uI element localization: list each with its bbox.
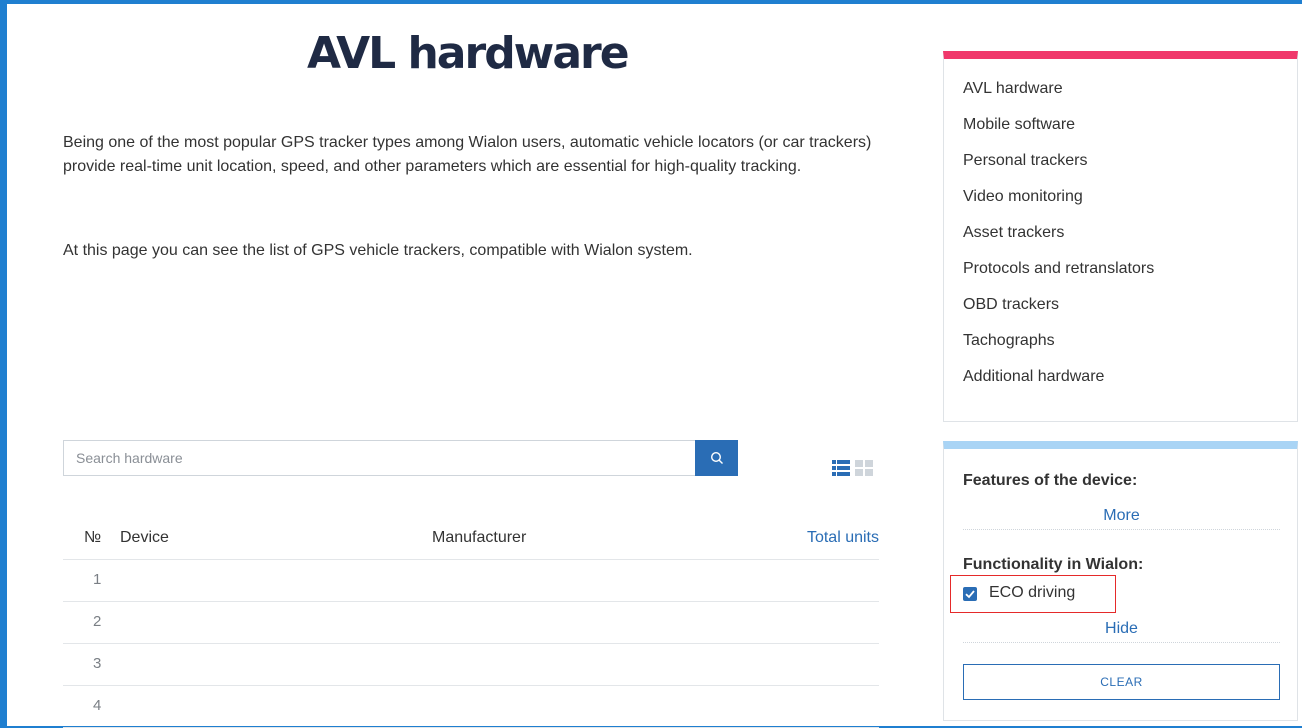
menu-item-avl-hardware[interactable]: AVL hardware xyxy=(963,71,1297,107)
menu-item-obd-trackers[interactable]: OBD trackers xyxy=(963,287,1297,323)
page-frame: AVL hardware Being one of the most popul… xyxy=(7,4,1302,728)
page-title: AVL hardware xyxy=(307,28,630,79)
search-bar xyxy=(63,440,738,476)
more-link[interactable]: More xyxy=(963,507,1280,525)
search-input[interactable] xyxy=(63,440,695,476)
search-icon xyxy=(710,451,723,464)
header-total-units[interactable]: Total units xyxy=(807,529,879,547)
functionality-label: Functionality in Wialon: xyxy=(963,556,1144,573)
filter-divider xyxy=(963,642,1280,643)
category-menu: AVL hardware Mobile software Personal tr… xyxy=(943,51,1298,422)
intro-paragraph: Being one of the most popular GPS tracke… xyxy=(63,134,872,175)
menu-item-additional-hardware[interactable]: Additional hardware xyxy=(963,359,1297,395)
clear-button[interactable]: CLEAR xyxy=(963,664,1280,700)
menu-item-protocols[interactable]: Protocols and retranslators xyxy=(963,251,1297,287)
view-toggle xyxy=(832,459,873,477)
eco-driving-label[interactable]: ECO driving xyxy=(989,584,1075,602)
table-header: № Device Manufacturer Total units xyxy=(63,519,879,560)
header-number: № xyxy=(84,529,102,546)
grid-view-icon[interactable] xyxy=(855,459,873,477)
list-description: At this page you can see the list of GPS… xyxy=(63,242,693,259)
menu-item-asset-trackers[interactable]: Asset trackers xyxy=(963,215,1297,251)
checkmark-icon xyxy=(965,590,975,599)
list-view-icon[interactable] xyxy=(832,459,850,477)
row-number: 1 xyxy=(93,571,102,588)
menu-item-mobile-software[interactable]: Mobile software xyxy=(963,107,1297,143)
hardware-table: № Device Manufacturer Total units 1 2 3 … xyxy=(63,519,879,728)
hide-link[interactable]: Hide xyxy=(963,620,1280,638)
features-label: Features of the device: xyxy=(963,472,1138,489)
row-number: 3 xyxy=(93,655,102,672)
header-manufacturer[interactable]: Manufacturer xyxy=(432,529,526,547)
menu-item-video-monitoring[interactable]: Video monitoring xyxy=(963,179,1297,215)
menu-item-tachographs[interactable]: Tachographs xyxy=(963,323,1297,359)
table-row[interactable]: 1 xyxy=(63,560,879,602)
table-row[interactable]: 2 xyxy=(63,602,879,644)
table-row[interactable]: 3 xyxy=(63,644,879,686)
filter-panel: Features of the device: More Functionali… xyxy=(943,441,1298,721)
filter-divider xyxy=(963,529,1280,530)
search-button[interactable] xyxy=(695,440,738,476)
table-row[interactable]: 4 xyxy=(63,686,879,728)
row-number: 2 xyxy=(93,613,102,630)
row-number: 4 xyxy=(93,697,102,714)
eco-driving-checkbox[interactable] xyxy=(963,587,977,601)
menu-item-personal-trackers[interactable]: Personal trackers xyxy=(963,143,1297,179)
header-device[interactable]: Device xyxy=(120,529,169,547)
